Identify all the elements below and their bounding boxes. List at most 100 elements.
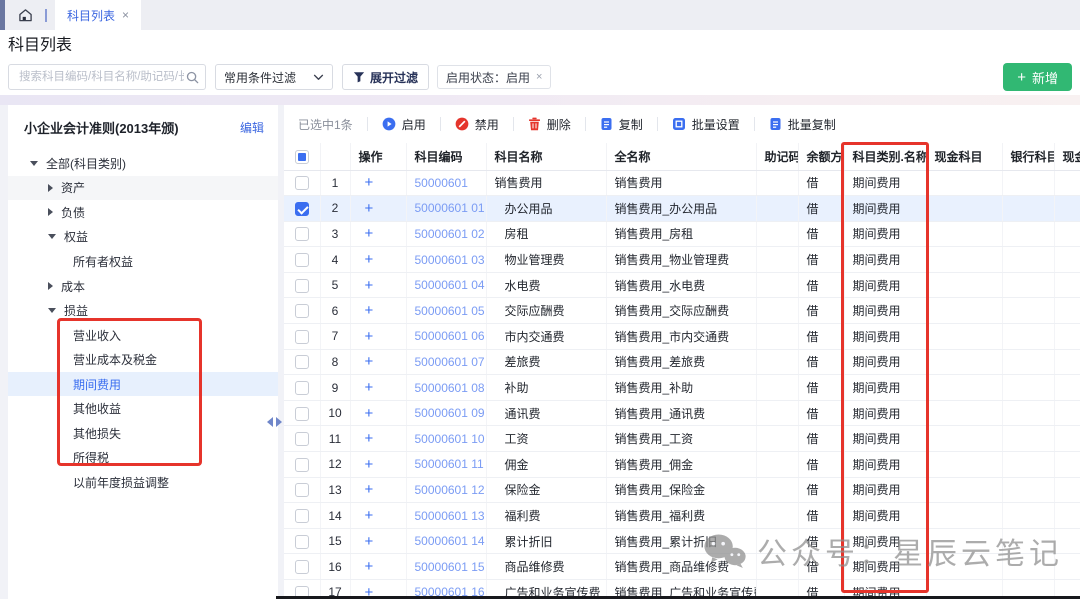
edit-link[interactable]: 编辑	[240, 119, 264, 136]
batch-copy-button[interactable]: 批量复制	[769, 116, 836, 133]
row-checkbox[interactable]	[295, 407, 309, 421]
cell-check[interactable]	[284, 452, 320, 478]
tree-item-3[interactable]: 权益	[8, 225, 278, 250]
cell-code[interactable]: 50000601 10	[406, 426, 486, 452]
cell-plus[interactable]: +	[350, 452, 406, 478]
table-row[interactable]: 11+50000601 10工资销售费用_工资借期间费用	[284, 426, 1080, 452]
cell-plus[interactable]: +	[350, 426, 406, 452]
cell-plus[interactable]: +	[350, 554, 406, 580]
cell-code[interactable]: 50000601 06	[406, 324, 486, 350]
filter-preset-select[interactable]: 常用条件过滤	[215, 64, 333, 90]
cell-code[interactable]: 50000601 03	[406, 247, 486, 273]
expand-row-plus-icon[interactable]: +	[365, 251, 374, 268]
cell-code[interactable]: 50000601 12	[406, 477, 486, 503]
cell-code[interactable]: 50000601 01	[406, 196, 486, 222]
tree-item-5[interactable]: 成本	[8, 274, 278, 299]
table-row[interactable]: 6+50000601 05交际应酬费销售费用_交际应酬费借期间费用	[284, 298, 1080, 324]
table-row[interactable]: 7+50000601 06市内交通费销售费用_市内交通费借期间费用	[284, 324, 1080, 350]
tree-item-11[interactable]: 其他损失	[8, 421, 278, 446]
cell-code[interactable]: 50000601 04	[406, 272, 486, 298]
search-box[interactable]	[8, 64, 206, 90]
table-row[interactable]: 1+50000601销售费用销售费用借期间费用	[284, 170, 1080, 196]
table-row[interactable]: 4+50000601 03物业管理费销售费用_物业管理费借期间费用	[284, 247, 1080, 273]
tree-item-6[interactable]: 损益	[8, 298, 278, 323]
row-checkbox[interactable]	[295, 355, 309, 369]
expand-row-plus-icon[interactable]: +	[365, 533, 374, 550]
cell-code[interactable]: 50000601 13	[406, 503, 486, 529]
cell-check[interactable]	[284, 400, 320, 426]
cell-plus[interactable]: +	[350, 349, 406, 375]
cell-code[interactable]: 50000601 05	[406, 298, 486, 324]
expand-row-plus-icon[interactable]: +	[365, 481, 374, 498]
expand-row-plus-icon[interactable]: +	[365, 456, 374, 473]
table-row[interactable]: 10+50000601 09通讯费销售费用_通讯费借期间费用	[284, 400, 1080, 426]
copy-button[interactable]: 复制	[600, 116, 643, 133]
cell-check[interactable]	[284, 375, 320, 401]
tab-close-icon[interactable]: ×	[122, 8, 129, 22]
table-row[interactable]: 5+50000601 04水电费销售费用_水电费借期间费用	[284, 272, 1080, 298]
cell-code[interactable]: 50000601 09	[406, 400, 486, 426]
row-checkbox[interactable]	[295, 253, 309, 267]
cell-plus[interactable]: +	[350, 221, 406, 247]
row-checkbox[interactable]	[295, 176, 309, 190]
table-row[interactable]: 3+50000601 02房租销售费用_房租借期间费用	[284, 221, 1080, 247]
tree-item-4[interactable]: 所有者权益	[8, 249, 278, 274]
expand-row-plus-icon[interactable]: +	[365, 328, 374, 345]
cell-code[interactable]: 50000601 11	[406, 452, 486, 478]
cell-plus[interactable]: +	[350, 170, 406, 196]
tree-item-8[interactable]: 营业成本及税金	[8, 347, 278, 372]
tree-expand-right-icon[interactable]	[48, 208, 53, 216]
tree-expand-down-icon[interactable]	[30, 161, 38, 166]
cell-plus[interactable]: +	[350, 272, 406, 298]
expand-row-plus-icon[interactable]: +	[365, 405, 374, 422]
active-filter-tag[interactable]: 启用状态：启用 ×	[437, 65, 551, 89]
cell-plus[interactable]: +	[350, 247, 406, 273]
expand-row-plus-icon[interactable]: +	[365, 507, 374, 524]
table-row[interactable]: 12+50000601 11佣金销售费用_佣金借期间费用	[284, 452, 1080, 478]
cell-plus[interactable]: +	[350, 298, 406, 324]
table-row[interactable]: 15+50000601 14累计折旧销售费用_累计折旧借期间费用	[284, 528, 1080, 554]
tree-expand-right-icon[interactable]	[48, 282, 53, 290]
row-checkbox[interactable]	[295, 381, 309, 395]
add-new-button[interactable]: + 新增	[1003, 63, 1072, 91]
expand-row-plus-icon[interactable]: +	[365, 174, 374, 191]
table-row[interactable]: 14+50000601 13福利费销售费用_福利费借期间费用	[284, 503, 1080, 529]
cell-plus[interactable]: +	[350, 477, 406, 503]
row-checkbox[interactable]	[295, 202, 309, 216]
row-checkbox[interactable]	[295, 483, 309, 497]
expand-row-plus-icon[interactable]: +	[365, 225, 374, 242]
row-checkbox[interactable]	[295, 330, 309, 344]
cell-check[interactable]	[284, 528, 320, 554]
collapse-right-icon[interactable]	[276, 417, 282, 427]
cell-check[interactable]	[284, 247, 320, 273]
tree-expand-down-icon[interactable]	[48, 234, 56, 239]
tree-item-0[interactable]: 全部(科目类别)	[8, 151, 278, 176]
panel-collapse-handle[interactable]	[267, 417, 282, 427]
cell-check[interactable]	[284, 170, 320, 196]
cell-check[interactable]	[284, 426, 320, 452]
cell-check[interactable]	[284, 272, 320, 298]
tree-item-13[interactable]: 以前年度损益调整	[8, 470, 278, 495]
tree-item-9[interactable]: 期间费用	[8, 372, 278, 397]
expand-row-plus-icon[interactable]: +	[365, 558, 374, 575]
cell-plus[interactable]: +	[350, 375, 406, 401]
cell-plus[interactable]: +	[350, 400, 406, 426]
row-checkbox[interactable]	[295, 535, 309, 549]
cell-check[interactable]	[284, 324, 320, 350]
batch-settings-button[interactable]: 批量设置	[672, 116, 740, 133]
delete-button[interactable]: 删除	[528, 116, 571, 133]
search-input[interactable]	[17, 70, 186, 84]
table-row[interactable]: 16+50000601 15商品维修费销售费用_商品维修费借期间费用	[284, 554, 1080, 580]
cell-code[interactable]: 50000601 15	[406, 554, 486, 580]
collapse-left-icon[interactable]	[267, 417, 273, 427]
row-checkbox[interactable]	[295, 458, 309, 472]
tree-expand-down-icon[interactable]	[48, 308, 56, 313]
cell-check[interactable]	[284, 554, 320, 580]
row-checkbox[interactable]	[295, 432, 309, 446]
tree-item-12[interactable]: 所得税	[8, 446, 278, 471]
row-checkbox[interactable]	[295, 304, 309, 318]
cell-plus[interactable]: +	[350, 528, 406, 554]
home-button[interactable]	[5, 0, 45, 30]
expand-row-plus-icon[interactable]: +	[365, 430, 374, 447]
cell-code[interactable]: 50000601 07	[406, 349, 486, 375]
